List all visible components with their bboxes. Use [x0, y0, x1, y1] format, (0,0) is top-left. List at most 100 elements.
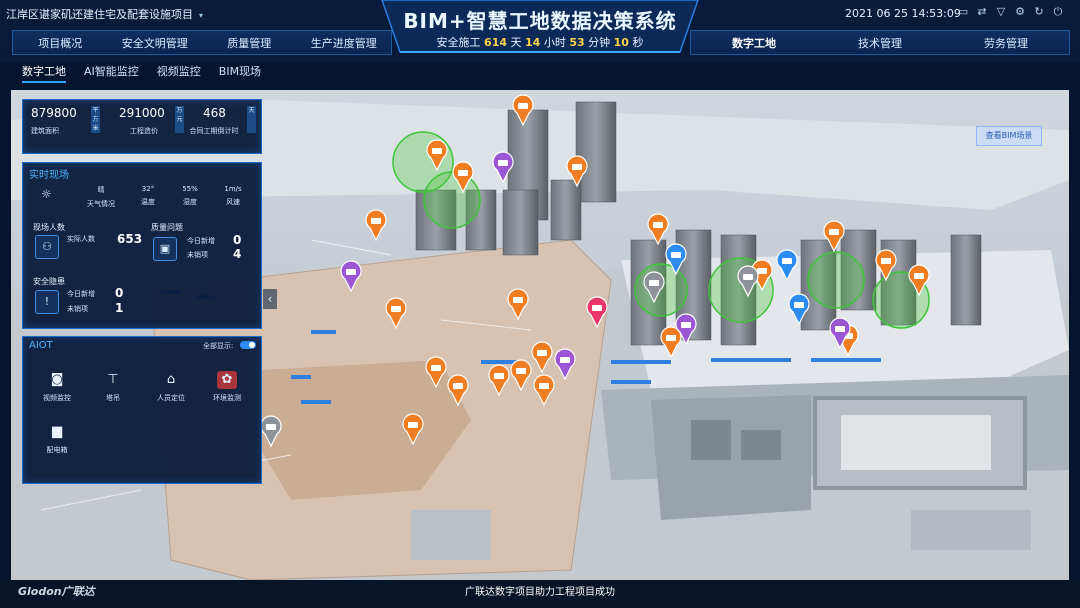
- shield-icon: !: [35, 290, 59, 314]
- location-icon: ⌂: [166, 372, 176, 387]
- tshirt-icon[interactable]: ▽: [994, 5, 1008, 19]
- countdown-minutes: 53: [569, 36, 585, 49]
- people-value: 653: [117, 232, 143, 246]
- top-bar: 江岸区谌家矶还建住宅及配套设施项目 ▾ BIM+智慧工地数据决策系统 安全施工 6…: [0, 0, 1080, 62]
- days-unit: 天: [510, 36, 522, 49]
- project-name: 江岸区谌家矶还建住宅及配套设施项目: [6, 8, 193, 21]
- quality-new-label: 今日新增: [187, 237, 215, 245]
- stat-area-value: 879800: [31, 106, 77, 120]
- stat-area-unit: 平方米: [91, 106, 100, 133]
- aiot-item-crane[interactable]: ⊤ 塔吊: [89, 371, 137, 403]
- safety-title: 安全隐患: [33, 277, 65, 286]
- tab-digital-site[interactable]: 数字工地: [22, 63, 66, 83]
- weather-wind: 1m/s 风速: [219, 185, 247, 207]
- nav-item-progress[interactable]: 生产进度管理: [297, 35, 392, 51]
- stat-cost: 291000 工程造价 万元: [111, 106, 184, 136]
- quality-open-label: 未销项: [187, 251, 208, 259]
- aiot-item-label: 视频监控: [43, 394, 71, 402]
- stat-countdown-value: 468: [203, 106, 226, 120]
- countdown-label: 安全施工: [436, 36, 481, 49]
- aiot-item-camera[interactable]: ◙ 视频监控: [33, 371, 81, 403]
- power-icon[interactable]: ⏻: [1051, 5, 1065, 19]
- seconds-unit: 秒: [632, 36, 644, 49]
- stat-countdown-unit: 天: [247, 106, 256, 133]
- weather-humidity: 55% 湿度: [177, 185, 203, 207]
- sub-tabs: 数字工地 AI智能监控 视频监控 BIM现场: [22, 63, 261, 83]
- footer-caption: 广联达数字项目助力工程项目成功: [465, 587, 615, 598]
- aiot-item-label: 环境监测: [213, 394, 241, 402]
- weather-humidity-value: 55%: [182, 185, 198, 193]
- view-toggle-button[interactable]: 查看BIM场景: [976, 126, 1042, 146]
- safety-countdown: 安全施工 614 天 14 小时 53 分钟 10 秒: [382, 34, 698, 50]
- toolbar: ▭ ⇄ ▽ ⚙ ↻ ⏻: [956, 5, 1065, 19]
- aiot-item-label: 配电箱: [46, 446, 68, 454]
- chevron-down-icon: ▾: [199, 11, 204, 20]
- countdown-days: 614: [484, 36, 508, 49]
- minutes-unit: 分钟: [588, 36, 611, 49]
- weather-temp: 32° 温度: [135, 185, 161, 207]
- stat-cost-value: 291000: [119, 106, 165, 120]
- quality-open-value: 4: [233, 247, 242, 261]
- nav-right: 数字工地 技术管理 劳务管理: [690, 30, 1070, 55]
- nav-item-overview[interactable]: 项目概况: [13, 35, 108, 51]
- crane-icon: ⊤: [107, 372, 119, 387]
- stat-area-label: 建筑面积: [31, 127, 59, 135]
- weather-wind-label: 风速: [226, 198, 240, 206]
- tab-video[interactable]: 视频监控: [157, 63, 201, 83]
- datetime: 2021 06 25 14:53:09: [845, 7, 961, 20]
- nav-item-quality[interactable]: 质量管理: [202, 35, 297, 51]
- chevron-left-icon[interactable]: ‹: [263, 289, 277, 309]
- page-title: BIM+智慧工地数据决策系统: [403, 9, 677, 33]
- power-box-icon: ▆: [52, 424, 62, 439]
- aiot-item-environment[interactable]: ✿ 环境监测: [203, 371, 251, 403]
- quality-icon: ▣: [153, 237, 177, 261]
- project-selector[interactable]: 江岸区谌家矶还建住宅及配套设施项目 ▾: [6, 6, 203, 22]
- stats-panel: 879800 建筑面积 平方米 291000 工程造价 万元 468 合同工期倒…: [22, 99, 262, 154]
- live-title: 实时现场: [29, 170, 69, 181]
- environment-icon: ✿: [217, 371, 237, 389]
- nav-item-labor[interactable]: 劳务管理: [943, 35, 1069, 51]
- stat-area: 879800 建筑面积 平方米: [31, 106, 100, 136]
- safety-new-label: 今日新增: [67, 290, 95, 298]
- sun-icon: ☼: [41, 187, 52, 201]
- stat-countdown: 468 合同工期倒计时 天: [183, 106, 256, 136]
- quality-title: 质量问题: [151, 223, 183, 232]
- aiot-item-power-box[interactable]: ▆ 配电箱: [33, 423, 81, 455]
- refresh-icon[interactable]: ↻: [1032, 5, 1046, 19]
- safety-open-label: 未销项: [67, 305, 88, 313]
- safety-new-value: 0: [115, 286, 124, 300]
- stat-cost-label: 工程造价: [130, 127, 158, 135]
- tab-bim[interactable]: BIM现场: [219, 63, 261, 83]
- nav-item-safety[interactable]: 安全文明管理: [108, 35, 203, 51]
- nav-item-digital-site[interactable]: 数字工地: [691, 35, 817, 51]
- quality-new-value: 0: [233, 233, 242, 247]
- safety-open-value: 1: [115, 301, 124, 315]
- tab-ai-monitor[interactable]: AI智能监控: [84, 63, 139, 83]
- weather-condition-label: 天气情况: [87, 200, 115, 208]
- people-title: 现场人数: [33, 223, 65, 232]
- footer: Glodon广联达 广联达数字项目助力工程项目成功: [0, 580, 1080, 608]
- show-all-toggle[interactable]: [240, 341, 256, 349]
- nav-left: 项目概况 安全文明管理 质量管理 生产进度管理: [12, 30, 392, 55]
- show-all-label: 全部显示:: [203, 342, 234, 350]
- monitor-icon[interactable]: ▭: [956, 5, 970, 19]
- countdown-hours: 14: [525, 36, 541, 49]
- aiot-panel: AIOT 全部显示: ◙ 视频监控 ⊤ 塔吊 ⌂ 人员定位 ✿ 环境监测 ▆ 配电箱: [22, 336, 262, 484]
- countdown-seconds: 10: [613, 36, 629, 49]
- camera-icon: ◙: [50, 372, 64, 387]
- settings-icon[interactable]: ⚙: [1013, 5, 1027, 19]
- aiot-item-label: 塔吊: [106, 394, 120, 402]
- stat-countdown-label: 合同工期倒计时: [189, 127, 239, 135]
- sync-icon[interactable]: ⇄: [975, 5, 989, 19]
- weather-condition: 晴天气情况: [81, 185, 121, 209]
- aiot-item-location[interactable]: ⌂ 人员定位: [147, 371, 195, 403]
- weather-wind-value: 1m/s: [224, 185, 242, 193]
- aiot-item-label: 人员定位: [157, 394, 185, 402]
- weather-temp-value: 32°: [141, 185, 155, 193]
- people-icon: ⚇: [35, 235, 59, 259]
- hours-unit: 小时: [543, 36, 566, 49]
- live-panel: 实时现场 ☼ 晴天气情况 32° 温度 55% 湿度 1m/s 风速 现场人数 ⚇ 实…: [22, 162, 262, 329]
- title-area: BIM+智慧工地数据决策系统 安全施工 614 天 14 小时 53 分钟 10…: [382, 0, 698, 54]
- weather-temp-label: 温度: [141, 198, 155, 206]
- nav-item-tech[interactable]: 技术管理: [817, 35, 943, 51]
